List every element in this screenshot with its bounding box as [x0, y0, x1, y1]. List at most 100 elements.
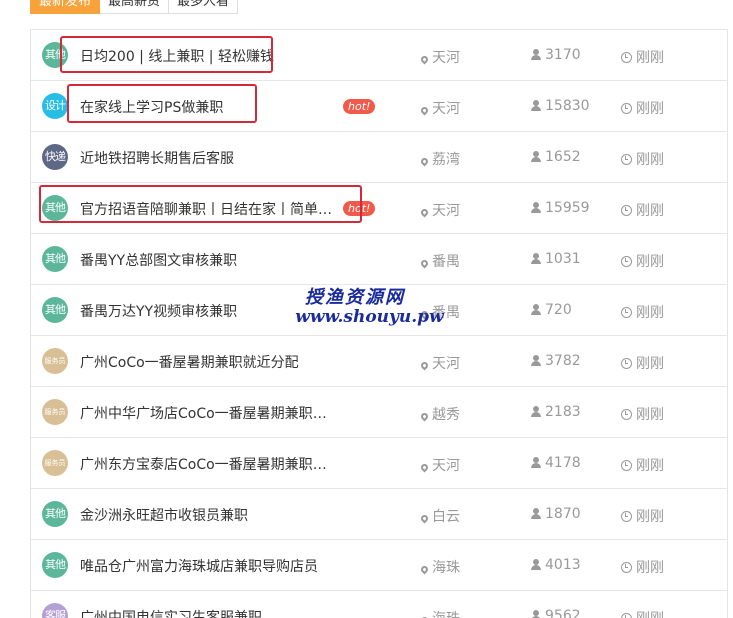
job-time: 刚刚	[621, 353, 664, 373]
job-row[interactable]: 快递 近地铁招聘长期售后客服 荔湾 1652 刚刚	[31, 132, 727, 183]
job-title-link[interactable]: 在家线上学习PS做兼职	[80, 97, 223, 117]
job-location: 天河	[419, 353, 460, 373]
job-row[interactable]: 服务员 广州CoCo一番屋暑期兼职就近分配 天河 3782 刚刚	[31, 336, 727, 387]
location-pin-icon	[419, 564, 430, 575]
job-row[interactable]: 其他 官方招语音陪聊兼职丨日结在家丨简单易上手 hot! 天河 15959 刚刚	[31, 183, 727, 234]
tab-3[interactable]: 最多人看	[169, 0, 239, 14]
job-time: 刚刚	[621, 302, 664, 322]
user-icon	[531, 610, 541, 618]
location-pin-icon	[419, 411, 430, 422]
job-row[interactable]: 其他 日均200 | 线上兼职 | 轻松赚钱 天河 3170 刚刚	[31, 30, 727, 81]
location-pin-icon	[419, 309, 430, 320]
job-title-link[interactable]: 日均200 | 线上兼职 | 轻松赚钱	[80, 46, 274, 66]
job-title-link[interactable]: 金沙洲永旺超市收银员兼职	[80, 505, 248, 525]
location-text: 天河	[432, 458, 460, 474]
user-icon	[531, 100, 541, 111]
location-text: 海珠	[432, 560, 460, 576]
tab-bar: 最新发布 最高薪资 最多人看	[30, 0, 239, 14]
category-badge: 其他	[42, 195, 68, 221]
category-badge: 其他	[42, 501, 68, 527]
clock-icon	[621, 613, 632, 618]
time-text: 刚刚	[636, 356, 664, 372]
location-pin-icon	[419, 462, 430, 473]
location-pin-icon	[419, 513, 430, 524]
hot-badge: hot!	[343, 99, 376, 114]
job-time: 刚刚	[621, 506, 664, 526]
job-title-link[interactable]: 广州中华广场店CoCo一番屋暑期兼职店员	[80, 403, 336, 423]
views-count: 1870	[545, 506, 581, 522]
views-count: 15830	[545, 98, 590, 114]
job-views: 1870	[531, 506, 581, 522]
job-views: 720	[531, 302, 572, 318]
job-title-link[interactable]: 广州中国电信实习生客服兼职	[80, 607, 262, 618]
time-text: 刚刚	[636, 305, 664, 321]
job-time: 刚刚	[621, 455, 664, 475]
job-location: 海珠	[419, 557, 460, 577]
tab-1[interactable]: 最新发布	[30, 0, 101, 14]
job-title-link[interactable]: 广州东方宝泰店CoCo一番屋暑期兼职店员	[80, 454, 336, 474]
views-count: 3782	[545, 353, 581, 369]
job-location: 白云	[419, 506, 460, 526]
job-row[interactable]: 服务员 广州东方宝泰店CoCo一番屋暑期兼职店员 天河 4178 刚刚	[31, 438, 727, 489]
location-text: 天河	[432, 356, 460, 372]
job-title-link[interactable]: 唯品仓广州富力海珠城店兼职导购店员	[80, 556, 318, 576]
clock-icon	[621, 154, 632, 165]
job-title-link[interactable]: 广州CoCo一番屋暑期兼职就近分配	[80, 352, 299, 372]
job-location: 越秀	[419, 404, 460, 424]
job-time: 刚刚	[621, 47, 664, 67]
category-badge: 其他	[42, 552, 68, 578]
clock-icon	[621, 205, 632, 216]
hot-badge: hot!	[343, 201, 376, 216]
job-views: 1031	[531, 251, 581, 267]
category-badge: 快递	[42, 144, 68, 170]
user-icon	[531, 253, 541, 264]
time-text: 刚刚	[636, 101, 664, 117]
job-time: 刚刚	[621, 149, 664, 169]
views-count: 3170	[545, 47, 581, 63]
category-badge: 其他	[42, 42, 68, 68]
views-count: 9562	[545, 608, 581, 618]
job-row[interactable]: 服务员 广州中华广场店CoCo一番屋暑期兼职店员 越秀 2183 刚刚	[31, 387, 727, 438]
job-location: 番禺	[419, 302, 460, 322]
time-text: 刚刚	[636, 152, 664, 168]
job-location: 海珠	[419, 608, 460, 618]
job-views: 9562	[531, 608, 581, 618]
clock-icon	[621, 256, 632, 267]
job-row[interactable]: 其他 番禺YY总部图文审核兼职 番禺 1031 刚刚	[31, 234, 727, 285]
location-pin-icon	[419, 105, 430, 116]
clock-icon	[621, 460, 632, 471]
user-icon	[531, 151, 541, 162]
job-title-link[interactable]: 近地铁招聘长期售后客服	[80, 148, 234, 168]
user-icon	[531, 559, 541, 570]
job-title-link[interactable]: 番禺YY总部图文审核兼职	[80, 250, 237, 270]
category-badge: 服务员	[42, 450, 68, 476]
category-badge: 服务员	[42, 348, 68, 374]
time-text: 刚刚	[636, 509, 664, 525]
job-title-link[interactable]: 番禺万达YY视频审核兼职	[80, 301, 237, 321]
job-location: 天河	[419, 455, 460, 475]
user-icon	[531, 49, 541, 60]
job-row[interactable]: 其他 番禺万达YY视频审核兼职 番禺 720 刚刚	[31, 285, 727, 336]
category-badge: 设计	[42, 93, 68, 119]
job-location: 番禺	[419, 251, 460, 271]
category-badge: 其他	[42, 246, 68, 272]
category-badge: 其他	[42, 297, 68, 323]
clock-icon	[621, 409, 632, 420]
job-row[interactable]: 其他 唯品仓广州富力海珠城店兼职导购店员 海珠 4013 刚刚	[31, 540, 727, 591]
job-row[interactable]: 客服 广州中国电信实习生客服兼职 海珠 9562 刚刚	[31, 591, 727, 618]
location-text: 白云	[432, 509, 460, 525]
user-icon	[531, 457, 541, 468]
tab-2[interactable]: 最高薪资	[100, 0, 170, 14]
job-views: 3170	[531, 47, 581, 63]
job-row[interactable]: 其他 金沙洲永旺超市收银员兼职 白云 1870 刚刚	[31, 489, 727, 540]
job-title-link[interactable]: 官方招语音陪聊兼职丨日结在家丨简单易上手	[80, 199, 336, 219]
job-row[interactable]: 设计 在家线上学习PS做兼职 hot! 天河 15830 刚刚	[31, 81, 727, 132]
user-icon	[531, 406, 541, 417]
job-location: 荔湾	[419, 149, 460, 169]
location-pin-icon	[419, 360, 430, 371]
job-views: 4178	[531, 455, 581, 471]
views-count: 2183	[545, 404, 581, 420]
job-time: 刚刚	[621, 200, 664, 220]
location-pin-icon	[419, 156, 430, 167]
location-text: 越秀	[432, 407, 460, 423]
